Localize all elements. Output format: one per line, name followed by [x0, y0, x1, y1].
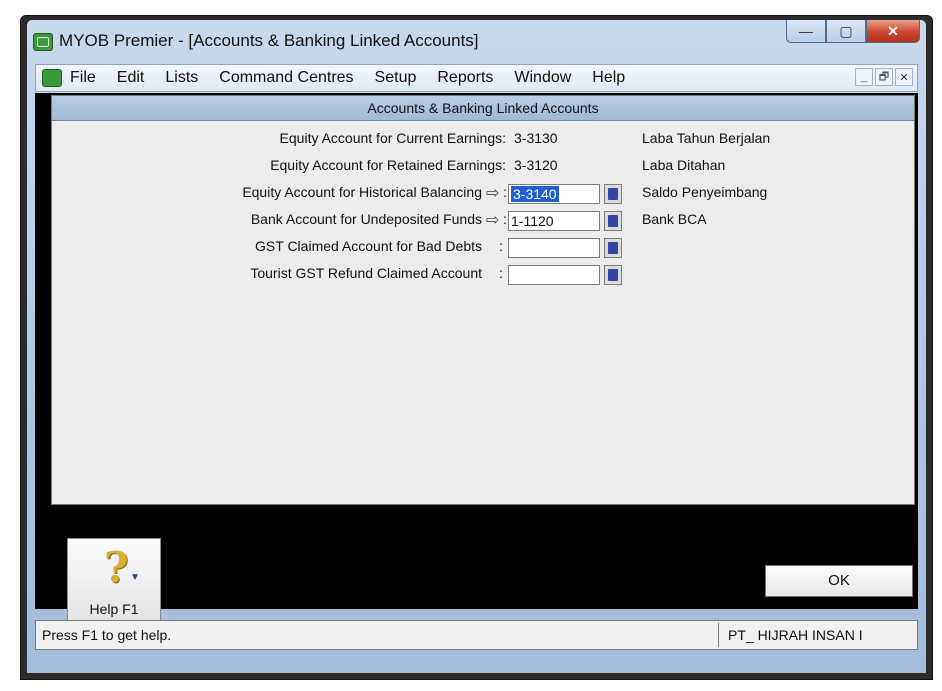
document-icon[interactable]	[42, 69, 62, 87]
minimize-button[interactable]: —	[786, 20, 826, 43]
row-colon: :	[499, 238, 503, 254]
row-label: Bank Account for Undeposited Funds	[250, 211, 482, 227]
row-retained-earnings: Equity Account for Retained Earnings: 3-…	[52, 157, 914, 179]
row-description: Saldo Penyeimbang	[642, 184, 768, 200]
close-button[interactable]: ✕	[866, 20, 920, 43]
client-area: Accounts & Banking Linked Accounts Equit…	[35, 93, 918, 609]
status-divider	[718, 623, 719, 647]
row-label: Equity Account for Retained Earnings:	[270, 157, 506, 173]
status-help-text: Press F1 to get help.	[42, 627, 172, 643]
status-company-name: PT_ HIJRAH INSAN I	[728, 627, 863, 643]
historical-balancing-account-field[interactable]: 3-3140	[508, 184, 600, 204]
menu-reports[interactable]: Reports	[437, 69, 493, 87]
mdi-buttons: _ 🗗 ✕	[855, 68, 913, 86]
undeposited-funds-account-field[interactable]: 1-1120	[508, 211, 600, 231]
menu-command-centres[interactable]: Command Centres	[219, 69, 353, 87]
menu-setup[interactable]: Setup	[375, 69, 417, 87]
lookup-list-icon[interactable]	[604, 211, 622, 231]
ok-button[interactable]: OK	[765, 565, 913, 597]
row-colon: :	[503, 184, 507, 200]
status-bar: Press F1 to get help. PT_ HIJRAH INSAN I	[35, 620, 918, 650]
menu-help[interactable]: Help	[592, 69, 625, 87]
title-bar[interactable]: MYOB Premier - [Accounts & Banking Linke…	[27, 20, 926, 60]
window-title: MYOB Premier - [Accounts & Banking Linke…	[59, 31, 479, 50]
row-current-earnings: Equity Account for Current Earnings: 3-3…	[52, 130, 914, 152]
mdi-close-button[interactable]: ✕	[895, 68, 913, 86]
window-chrome: MYOB Premier - [Accounts & Banking Linke…	[27, 20, 926, 673]
menu-file[interactable]: File	[70, 69, 96, 87]
caption-buttons: — ▢ ✕	[786, 20, 920, 44]
row-description: Laba Tahun Berjalan	[642, 130, 771, 146]
tourist-gst-refund-account-field[interactable]	[508, 265, 600, 285]
row-historical-balancing: Equity Account for Historical Balancing …	[52, 184, 914, 206]
row-label: GST Claimed Account for Bad Debts	[255, 238, 482, 254]
mdi-restore-button[interactable]: 🗗	[875, 68, 893, 86]
mdi-minimize-button[interactable]: _	[855, 68, 873, 86]
linked-accounts-panel: Accounts & Banking Linked Accounts Equit…	[51, 95, 915, 505]
menu-window[interactable]: Window	[514, 69, 571, 87]
gst-bad-debts-account-field[interactable]	[508, 238, 600, 258]
row-description: Laba Ditahan	[642, 157, 726, 173]
lookup-list-icon[interactable]	[604, 238, 622, 258]
row-colon: :	[499, 265, 503, 281]
app-window: MYOB Premier - [Accounts & Banking Linke…	[20, 15, 933, 680]
menu-edit[interactable]: Edit	[117, 69, 145, 87]
lookup-list-icon[interactable]	[604, 184, 622, 204]
row-label: Tourist GST Refund Claimed Account	[250, 265, 482, 281]
selected-text: 3-3140	[511, 186, 559, 202]
help-button[interactable]: ? ▼ Help F1	[67, 538, 161, 624]
lookup-list-icon[interactable]	[604, 265, 622, 285]
myob-app-icon[interactable]	[33, 33, 53, 51]
menu-lists[interactable]: Lists	[165, 69, 198, 87]
row-gst-bad-debts: GST Claimed Account for Bad Debts :	[52, 238, 914, 260]
row-label: Equity Account for Current Earnings:	[279, 130, 506, 146]
row-description: Bank BCA	[642, 211, 707, 227]
help-question-icon: ?	[104, 543, 129, 592]
help-button-label: Help F1	[89, 601, 139, 617]
row-undeposited-funds: Bank Account for Undeposited Funds ⇨ : 1…	[52, 211, 914, 233]
row-value: 3-3130	[514, 130, 558, 146]
chevron-down-icon: ▼	[130, 572, 140, 583]
menu-bar: File Edit Lists Command Centres Setup Re…	[35, 64, 918, 92]
row-value: 3-3120	[514, 157, 558, 173]
arrow-right-icon[interactable]: ⇨	[486, 183, 499, 203]
row-label: Equity Account for Historical Balancing	[242, 184, 482, 200]
panel-header: Accounts & Banking Linked Accounts	[52, 96, 914, 121]
arrow-right-icon[interactable]: ⇨	[486, 210, 499, 230]
maximize-button[interactable]: ▢	[826, 20, 866, 43]
row-tourist-gst-refund: Tourist GST Refund Claimed Account :	[52, 265, 914, 287]
row-colon: :	[503, 211, 507, 227]
